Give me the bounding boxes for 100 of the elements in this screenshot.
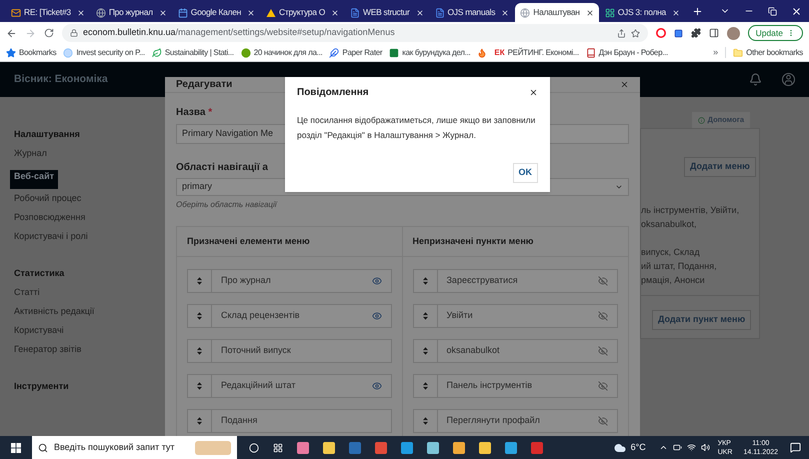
sort-icon[interactable] <box>422 417 428 425</box>
sidebar-heading[interactable]: Інструменти <box>10 377 160 396</box>
share-icon[interactable] <box>616 28 626 38</box>
sort-icon[interactable] <box>197 312 202 320</box>
eye-slash-icon[interactable] <box>598 276 608 286</box>
menu-item[interactable]: Зареєструватися <box>412 269 618 293</box>
profile-avatar[interactable] <box>726 26 740 40</box>
task-view-icon[interactable] <box>273 442 283 452</box>
wifi-icon[interactable] <box>686 443 696 452</box>
sort-icon[interactable] <box>422 277 428 285</box>
eye-icon[interactable] <box>372 311 382 321</box>
bookmark[interactable]: Other bookmarks <box>733 46 803 58</box>
windows-logo-icon[interactable] <box>11 442 21 452</box>
add-menu-item-button[interactable]: Додати пункт меню <box>652 310 752 330</box>
browser-tab[interactable]: Про журнал <box>90 3 172 22</box>
eye-slash-icon[interactable] <box>598 381 608 391</box>
star-icon[interactable] <box>630 28 640 38</box>
sidebar-item[interactable]: Робочий процес <box>10 189 86 208</box>
ring-icon[interactable] <box>656 28 666 38</box>
app-icon[interactable] <box>323 442 335 454</box>
sidebar-item[interactable]: Веб-сайт <box>10 170 58 189</box>
bell-icon[interactable] <box>749 73 762 86</box>
browser-tab[interactable]: RE: [Ticket#3 <box>6 3 90 22</box>
sort-icon[interactable] <box>422 312 428 320</box>
sort-icon[interactable] <box>422 347 428 355</box>
sort-icon[interactable] <box>197 417 202 425</box>
side-panel-icon[interactable] <box>708 28 719 38</box>
battery-icon[interactable] <box>672 443 682 452</box>
close-icon[interactable] <box>247 8 256 16</box>
menu-item[interactable]: Поточний випуск <box>187 339 392 363</box>
extension-icon[interactable] <box>674 28 683 38</box>
bookmark[interactable]: Invest security on P... <box>63 46 145 58</box>
reload-icon[interactable] <box>44 28 54 38</box>
speaker-icon[interactable] <box>700 443 710 452</box>
browser-tab[interactable]: Налаштуван <box>515 3 599 22</box>
browser-tab[interactable]: OJS 3: полна <box>600 3 685 22</box>
sort-icon[interactable] <box>197 347 202 355</box>
sidebar-heading[interactable]: Налаштування <box>10 125 160 144</box>
address-bar[interactable]: econom.bulletin.knu.ua/management/settings/website#setup/navigationMenus <box>62 24 648 42</box>
menu-item[interactable]: Подання <box>187 409 392 433</box>
sidebar-item[interactable]: Статті <box>10 283 44 302</box>
app-icon[interactable] <box>479 442 491 454</box>
taskbar-search-field[interactable]: Введіть пошуковий запит тут <box>32 436 237 459</box>
bookmark[interactable]: 20 начинок для ла... <box>240 46 322 58</box>
app-icon[interactable] <box>401 442 413 454</box>
close-icon[interactable] <box>791 6 802 16</box>
ok-button[interactable]: OK <box>512 163 538 183</box>
notification-icon[interactable] <box>790 442 801 453</box>
browser-tab[interactable]: OJS manuals <box>430 3 514 22</box>
bookmark[interactable]: Bookmarks <box>6 46 56 58</box>
app-icon[interactable] <box>427 442 439 454</box>
eye-slash-icon[interactable] <box>598 311 608 321</box>
menu-item[interactable]: Редакційний штат <box>187 374 392 398</box>
sidebar-item[interactable]: Користувачі і ролі <box>10 227 92 246</box>
overflow-chevron[interactable]: » <box>713 46 718 60</box>
user-icon[interactable] <box>782 73 795 86</box>
add-menu-button[interactable]: Додати меню <box>684 156 756 177</box>
chevron-up-icon[interactable] <box>658 443 668 452</box>
bookmark[interactable] <box>477 48 488 58</box>
site-title[interactable]: Вісник: Економіка <box>14 72 108 88</box>
eye-icon[interactable] <box>372 276 382 286</box>
browser-tab[interactable]: Структура О <box>261 3 344 22</box>
sidebar-item[interactable]: Журнал <box>10 144 51 163</box>
sidebar-heading[interactable]: Статистика <box>10 264 160 283</box>
menu-item[interactable]: Панель інструментів <box>412 374 618 398</box>
restore-icon[interactable] <box>768 6 777 16</box>
close-icon[interactable] <box>529 88 538 96</box>
sort-icon[interactable] <box>422 382 428 390</box>
bookmark[interactable]: ЕК РЕЙТИНГ. Економі... <box>494 46 579 58</box>
menu-item[interactable]: oksanabulkot <box>412 339 618 363</box>
eye-slash-icon[interactable] <box>598 346 608 356</box>
sort-icon[interactable] <box>197 382 202 390</box>
menu-item[interactable]: Склад рецензентів <box>187 304 392 328</box>
menu-item[interactable]: Про журнал <box>187 269 392 293</box>
browser-tab[interactable]: WEB structur <box>345 3 428 22</box>
app-icon[interactable] <box>505 442 517 454</box>
menu-item[interactable]: Переглянути профайл <box>412 409 618 433</box>
sort-icon[interactable] <box>197 277 202 285</box>
app-icon[interactable] <box>453 442 465 454</box>
circle-icon[interactable] <box>249 442 259 452</box>
sidebar-item[interactable]: Активність редакції <box>10 302 98 321</box>
eye-icon[interactable] <box>372 381 382 391</box>
close-icon[interactable] <box>331 8 340 16</box>
sidebar-item[interactable]: Генератор звітів <box>10 340 86 359</box>
browser-tab[interactable]: Google Кален <box>172 3 260 22</box>
sidebar-item[interactable]: Користувачі <box>10 321 68 340</box>
back-icon[interactable] <box>6 28 17 38</box>
puzzle-icon[interactable] <box>690 28 701 38</box>
update-button[interactable]: Update <box>748 25 803 41</box>
weather-text[interactable]: 6°C <box>630 440 646 454</box>
eye-slash-icon[interactable] <box>598 416 608 426</box>
close-icon[interactable] <box>586 8 594 16</box>
bookmark[interactable]: Sustainability | Stati... <box>152 46 234 58</box>
close-icon[interactable] <box>672 8 680 16</box>
bookmark[interactable]: Дэн Браун - Робер... <box>586 46 668 58</box>
menu-item[interactable]: Увійти <box>412 304 618 328</box>
bookmark[interactable]: как бурундука дел... <box>389 46 470 58</box>
bookmark[interactable]: Paper Rater <box>329 46 382 58</box>
app-icon[interactable] <box>297 442 309 454</box>
new-tab-icon[interactable] <box>692 6 703 16</box>
